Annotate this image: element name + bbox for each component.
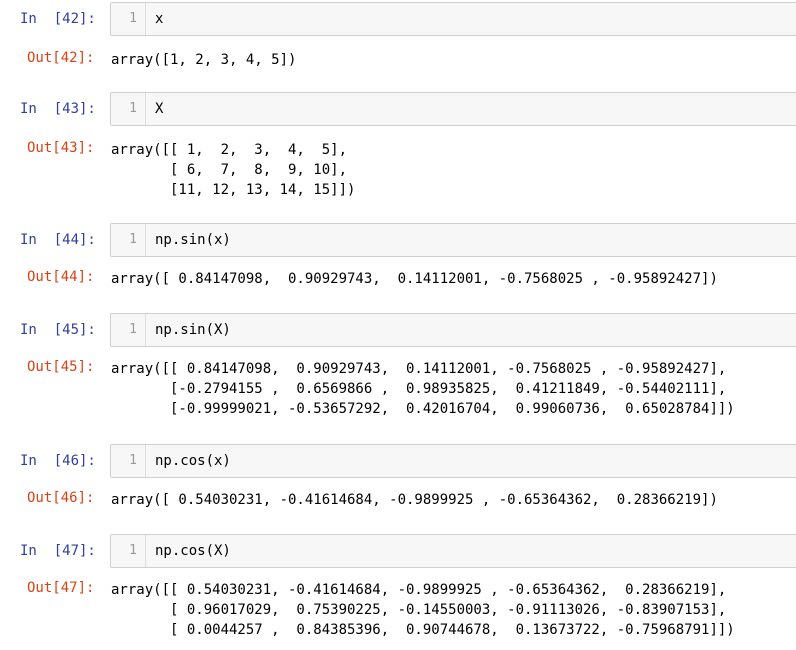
code-editor[interactable]: 1 np.cos(x) bbox=[110, 444, 796, 478]
input-row: In [47]: 1 np.cos(X) bbox=[0, 534, 796, 570]
input-prompt: In [43]: bbox=[20, 101, 96, 117]
input-row: In [45]: 1 np.sin(X) bbox=[0, 313, 796, 349]
output-text: array([1, 2, 3, 4, 5]) bbox=[111, 52, 297, 68]
output-prompt: Out[46]: bbox=[27, 490, 95, 506]
output-prompt: Out[44]: bbox=[27, 269, 95, 285]
input-prompt: In [44]: bbox=[20, 232, 96, 248]
notebook-cell[interactable]: In [42]: 1 x Out[42]: array([1, 2, 3, 4,… bbox=[0, 2, 796, 68]
output-text: array([[ 0.54030231, -0.41614684, -0.989… bbox=[111, 582, 735, 638]
input-row: In [44]: 1 np.sin(x) bbox=[0, 223, 796, 259]
line-number: 1 bbox=[129, 543, 137, 558]
line-number: 1 bbox=[129, 11, 137, 26]
code-editor[interactable]: 1 x bbox=[110, 2, 796, 36]
line-number: 1 bbox=[129, 101, 137, 116]
input-row: In [43]: 1 X bbox=[0, 92, 796, 128]
code-text[interactable]: np.sin(X) bbox=[155, 322, 231, 338]
code-editor[interactable]: 1 np.cos(X) bbox=[110, 534, 796, 568]
code-text[interactable]: np.cos(X) bbox=[155, 543, 231, 559]
input-prompt: In [45]: bbox=[20, 322, 96, 338]
output-text: array([[ 0.84147098, 0.90929743, 0.14112… bbox=[111, 361, 735, 417]
line-gutter: 1 bbox=[111, 224, 146, 256]
code-text[interactable]: np.cos(x) bbox=[155, 453, 231, 469]
code-text[interactable]: X bbox=[155, 101, 163, 117]
input-row: In [46]: 1 np.cos(x) bbox=[0, 444, 796, 480]
notebook-cell[interactable]: In [44]: 1 np.sin(x) Out[44]: array([ 0.… bbox=[0, 223, 796, 287]
output-text: array([[ 1, 2, 3, 4, 5], [ 6, 7, 8, 9, 1… bbox=[111, 142, 356, 198]
input-row: In [42]: 1 x bbox=[0, 2, 796, 38]
input-prompt: In [47]: bbox=[20, 543, 96, 559]
input-prompt: In [42]: bbox=[20, 11, 96, 27]
notebook-cell[interactable]: In [47]: 1 np.cos(X) Out[47]: array([[ 0… bbox=[0, 534, 796, 638]
output-prompt: Out[45]: bbox=[27, 359, 95, 375]
notebook-cell[interactable]: In [45]: 1 np.sin(X) Out[45]: array([[ 0… bbox=[0, 313, 796, 417]
notebook-cell[interactable]: In [43]: 1 X Out[43]: array([[ 1, 2, 3, … bbox=[0, 92, 796, 198]
output-prompt: Out[42]: bbox=[27, 50, 95, 66]
code-editor[interactable]: 1 np.sin(x) bbox=[110, 223, 796, 257]
output-text: array([ 0.54030231, -0.41614684, -0.9899… bbox=[111, 492, 718, 508]
line-number: 1 bbox=[129, 322, 137, 337]
line-number: 1 bbox=[129, 453, 137, 468]
notebook-cell[interactable]: In [46]: 1 np.cos(x) Out[46]: array([ 0.… bbox=[0, 444, 796, 508]
code-text[interactable]: np.sin(x) bbox=[155, 232, 231, 248]
line-gutter: 1 bbox=[111, 93, 146, 125]
output-prompt: Out[47]: bbox=[27, 580, 95, 596]
code-editor[interactable]: 1 np.sin(X) bbox=[110, 313, 796, 347]
line-number: 1 bbox=[129, 232, 137, 247]
line-gutter: 1 bbox=[111, 3, 146, 35]
line-gutter: 1 bbox=[111, 314, 146, 346]
output-prompt: Out[43]: bbox=[27, 140, 95, 156]
input-prompt: In [46]: bbox=[20, 453, 96, 469]
line-gutter: 1 bbox=[111, 535, 146, 567]
code-editor[interactable]: 1 X bbox=[110, 92, 796, 126]
line-gutter: 1 bbox=[111, 445, 146, 477]
code-text[interactable]: x bbox=[155, 11, 163, 27]
output-text: array([ 0.84147098, 0.90929743, 0.141120… bbox=[111, 271, 718, 287]
